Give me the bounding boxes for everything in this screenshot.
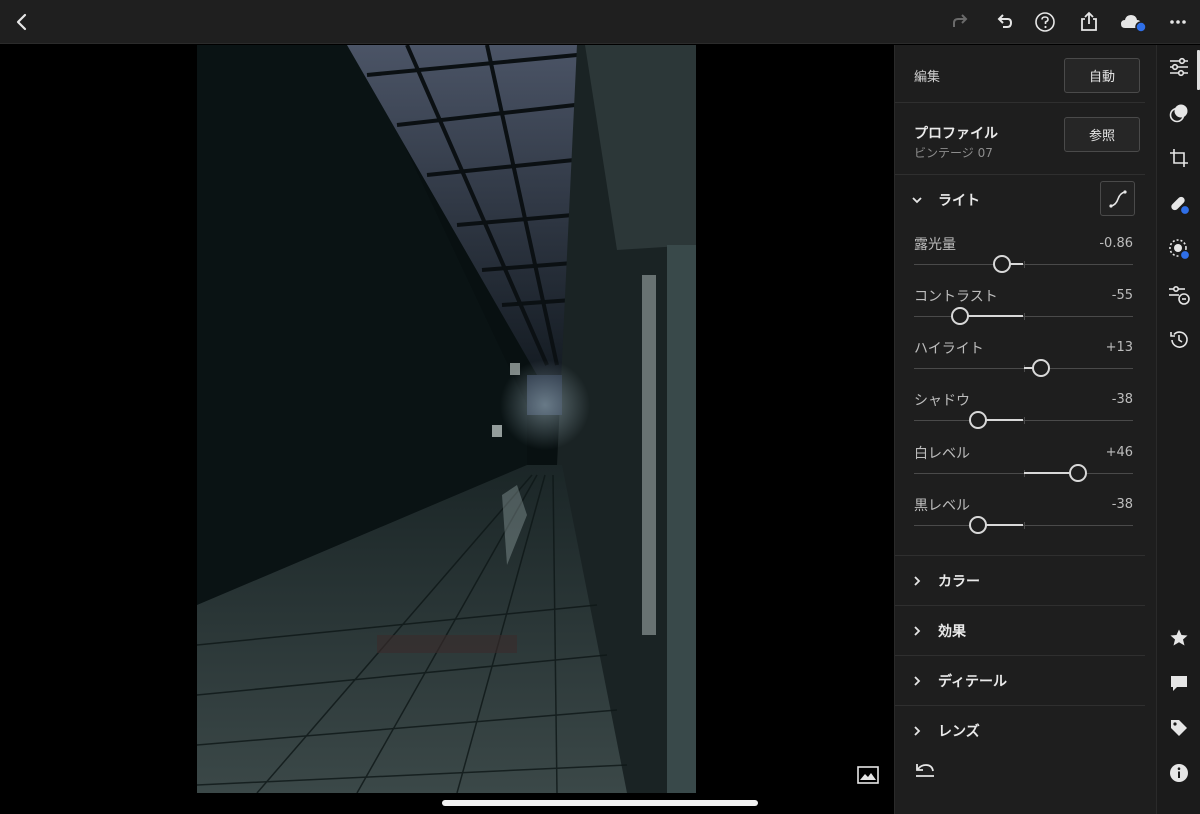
slider-thumb[interactable]: [968, 516, 987, 534]
slider-value[interactable]: -38: [1112, 497, 1133, 512]
browse-profiles-button[interactable]: 参照: [1064, 117, 1140, 152]
slider-value[interactable]: -38: [1112, 392, 1133, 407]
profile-title: プロファイル: [914, 126, 998, 142]
slider-value[interactable]: +46: [1106, 445, 1133, 460]
section-title: 効果: [938, 624, 966, 640]
slider-fill: [959, 315, 1024, 317]
keywords-button[interactable]: [1164, 713, 1194, 743]
history-icon: [1170, 331, 1188, 348]
info-icon: [1170, 764, 1188, 782]
slider-center-mark: [1023, 313, 1025, 320]
chevron-right-icon: [914, 626, 921, 636]
slider-value[interactable]: +13: [1106, 340, 1133, 355]
cloud-sync-icon: [1121, 15, 1147, 33]
help-icon: [1035, 12, 1055, 32]
slider-thumb[interactable]: [1069, 464, 1088, 482]
shadows-slider[interactable]: シャドウ -38: [914, 390, 1133, 430]
tool-rail: [1156, 45, 1200, 814]
chevron-left-icon: [16, 13, 27, 31]
chevron-right-icon: [914, 576, 921, 586]
share-icon: [1081, 11, 1097, 31]
auto-button[interactable]: 自動: [1064, 58, 1140, 93]
help-button[interactable]: [1029, 6, 1061, 38]
whites-slider[interactable]: 白レベル +46: [914, 443, 1133, 483]
info-button[interactable]: [1164, 758, 1194, 788]
contrast-slider[interactable]: コントラスト -55: [914, 286, 1133, 326]
chevron-right-icon: [914, 676, 921, 686]
compare-icon: [857, 766, 879, 784]
versions-icon: [1169, 285, 1190, 305]
light-section-header[interactable]: ライト: [895, 175, 1145, 221]
slider-thumb[interactable]: [1032, 359, 1051, 377]
slider-value[interactable]: -0.86: [1099, 236, 1133, 251]
detail-section-header[interactable]: ディテール: [895, 655, 1145, 705]
photo-arcade-scene: [197, 45, 696, 793]
home-indicator[interactable]: [442, 800, 758, 806]
edit-header: 編集 自動: [895, 45, 1145, 103]
history-button[interactable]: [1164, 325, 1194, 355]
section-title: レンズ: [938, 724, 980, 740]
crop-button[interactable]: [1164, 143, 1194, 173]
redo-icon: [953, 14, 968, 27]
reset-icon: [916, 764, 934, 777]
undo-icon: [997, 14, 1013, 28]
slider-thumb[interactable]: [968, 411, 987, 429]
slider-label: 黒レベル: [914, 498, 970, 514]
light-section-title: ライト: [938, 193, 980, 209]
slider-center-mark: [1023, 417, 1025, 424]
color-section-header[interactable]: カラー: [895, 555, 1145, 605]
photo-image[interactable]: [197, 45, 696, 793]
share-button[interactable]: [1073, 6, 1105, 38]
edit-label: 編集: [914, 70, 941, 85]
comment-icon: [1171, 676, 1187, 691]
tone-curve-icon: [1108, 189, 1127, 208]
sliders-icon: [1170, 57, 1188, 77]
chevron-right-icon: [914, 726, 921, 736]
slider-label: ハイライト: [914, 341, 984, 357]
slider-label: シャドウ: [914, 393, 970, 409]
undo-button[interactable]: [989, 6, 1021, 38]
chevron-down-icon: [912, 197, 922, 204]
photo-canvas[interactable]: [0, 45, 894, 814]
healing-button[interactable]: [1164, 189, 1194, 219]
reset-button[interactable]: [913, 761, 939, 783]
crop-rotate-icon: [1170, 149, 1188, 167]
back-button[interactable]: [6, 6, 38, 38]
slider-thumb[interactable]: [950, 307, 969, 325]
edit-panel: 編集 自動 プロファイル ビンテージ 07 参照 ライト 露光量 -0.86 コ…: [894, 45, 1156, 814]
section-title: カラー: [938, 574, 980, 590]
highlights-slider[interactable]: ハイライト +13: [914, 338, 1133, 378]
comments-button[interactable]: [1164, 668, 1194, 698]
top-bar: [0, 0, 1200, 44]
slider-label: コントラスト: [914, 289, 998, 305]
presets-icon: [1169, 104, 1188, 123]
slider-center-mark: [1023, 261, 1025, 268]
cloud-sync-button[interactable]: [1117, 6, 1149, 38]
lens-section-header[interactable]: レンズ: [895, 705, 1145, 755]
rating-button[interactable]: [1164, 623, 1194, 653]
tag-icon: [1171, 720, 1187, 736]
masking-icon: [1169, 239, 1191, 261]
section-title: ディテール: [938, 674, 1008, 690]
exposure-slider[interactable]: 露光量 -0.86: [914, 234, 1133, 274]
star-icon: [1170, 629, 1188, 646]
presets-button[interactable]: [1164, 98, 1194, 128]
effects-section-header[interactable]: 効果: [895, 605, 1145, 655]
more-button[interactable]: [1162, 6, 1194, 38]
versions-button[interactable]: [1164, 280, 1194, 310]
slider-value[interactable]: -55: [1112, 288, 1133, 303]
masking-button[interactable]: [1164, 234, 1194, 264]
blacks-slider[interactable]: 黒レベル -38: [914, 495, 1133, 535]
tone-curve-button[interactable]: [1100, 181, 1135, 216]
slider-label: 白レベル: [914, 446, 970, 462]
bandage-icon: [1171, 196, 1191, 216]
redo-button[interactable]: [944, 6, 976, 38]
slider-thumb[interactable]: [992, 255, 1011, 273]
more-icon: [1170, 20, 1186, 24]
edit-tool-button[interactable]: [1164, 52, 1194, 82]
before-after-button[interactable]: [856, 763, 880, 787]
profile-name[interactable]: ビンテージ 07: [914, 144, 993, 161]
slider-label: 露光量: [914, 237, 956, 253]
slider-center-mark: [1023, 522, 1025, 529]
